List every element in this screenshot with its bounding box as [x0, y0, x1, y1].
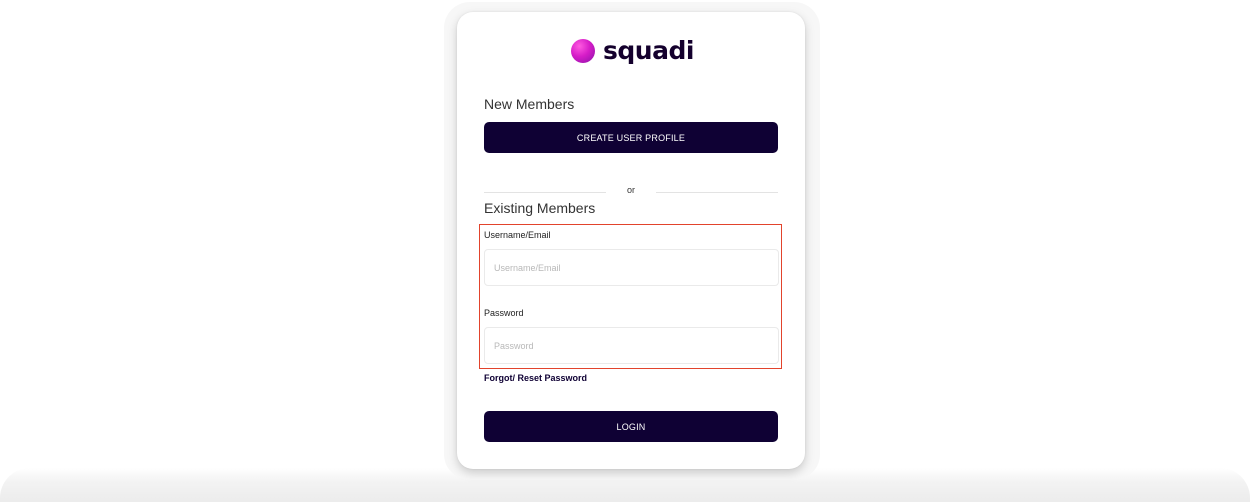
forgot-reset-password-link[interactable]: Forgot/ Reset Password [484, 373, 587, 383]
brand-name: squadi [603, 36, 694, 65]
new-members-heading: New Members [484, 96, 575, 112]
squadi-logo-icon [571, 38, 595, 63]
page: squadi New Members CREATE USER PROFILE o… [0, 0, 1250, 502]
create-user-profile-button[interactable]: CREATE USER PROFILE [484, 122, 778, 153]
highlight-box [479, 224, 782, 369]
divider-line-right [656, 192, 778, 193]
brand-logo: squadi [571, 38, 694, 63]
login-button[interactable]: LOGIN [484, 411, 778, 442]
divider-text: or [626, 185, 635, 195]
or-divider: or [484, 185, 778, 199]
existing-members-heading: Existing Members [484, 200, 596, 216]
